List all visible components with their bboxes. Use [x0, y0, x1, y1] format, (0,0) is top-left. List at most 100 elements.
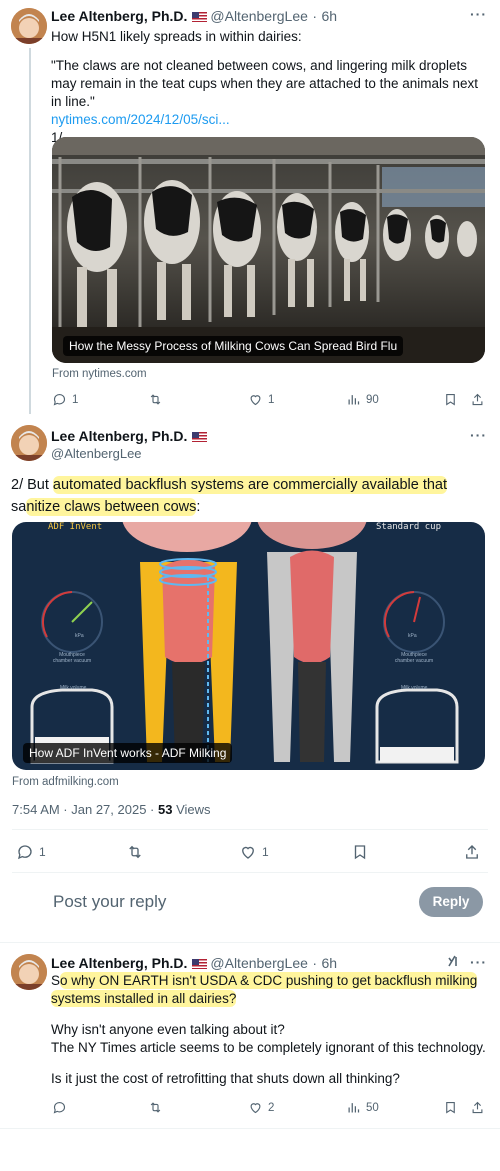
- views-icon: [348, 395, 360, 405]
- author-handle[interactable]: @AltenbergLee: [51, 446, 142, 461]
- highlight-2: nitize claws between cows: [26, 498, 197, 516]
- gauge-unit-left: kPa: [75, 633, 84, 639]
- heart-icon: [250, 1103, 261, 1114]
- highlight-line1: o why ON EARTH isn't USDA & CDC pushing …: [60, 972, 478, 989]
- card-caption: How ADF InVent works - ADF Milking: [23, 743, 233, 763]
- reply-button[interactable]: Reply: [419, 887, 483, 917]
- author-name[interactable]: Lee Altenberg, Ph.D.: [51, 8, 187, 24]
- grok-icon[interactable]: [447, 954, 461, 973]
- author-name[interactable]: Lee Altenberg, Ph.D.: [51, 955, 187, 971]
- heart-icon: [250, 395, 261, 406]
- views-count: 90: [366, 393, 379, 406]
- repost-action[interactable]: [126, 843, 144, 861]
- avatar-image: [11, 954, 47, 990]
- avatar[interactable]: [11, 954, 47, 990]
- reply-input[interactable]: Post your reply: [53, 892, 166, 912]
- like-action[interactable]: 1: [248, 392, 274, 407]
- share-action[interactable]: [470, 392, 485, 407]
- highlight-1: automated backflush systems are commerci…: [52, 476, 448, 494]
- repost-action[interactable]: [148, 392, 163, 407]
- author-name[interactable]: Lee Altenberg, Ph.D.: [51, 428, 187, 444]
- text-prefix: 2/ But: [11, 477, 53, 493]
- views-number: 53: [157, 802, 173, 817]
- para2-line2: The NY Times article seems to be complet…: [51, 1040, 486, 1055]
- share-icon: [472, 1101, 483, 1114]
- gauge-caption-left: Mouthpiece chamber vacuum: [52, 652, 92, 664]
- views-action[interactable]: 50: [346, 1100, 379, 1115]
- cows-photo: [52, 137, 485, 363]
- separator: ·: [312, 8, 318, 24]
- views-action[interactable]: 90: [346, 392, 379, 407]
- like-action[interactable]: 2: [248, 1100, 274, 1115]
- timestamp[interactable]: 7:54 AM · Jan 27, 2025 ·: [12, 802, 158, 817]
- tweet-text: 2/ But automated backflush systems are c…: [11, 474, 491, 518]
- reply-count: 1: [72, 393, 79, 406]
- us-flag-icon: [192, 432, 208, 442]
- tweet-text: So why ON EARTH isn't USDA & CDC pushing…: [51, 972, 491, 1088]
- divider: [0, 942, 500, 943]
- reply-action[interactable]: 1: [52, 392, 78, 407]
- article-card-image[interactable]: How the Messy Process of Milking Cows Ca…: [52, 137, 485, 363]
- post-time[interactable]: 6h: [321, 8, 337, 24]
- bookmark-action[interactable]: [443, 392, 458, 407]
- share-action[interactable]: [470, 1100, 485, 1115]
- milk-volume-label-right: Milk volume: [401, 685, 428, 691]
- heart-icon: [242, 846, 254, 859]
- label-standard-cup: Standard cup: [376, 522, 442, 532]
- video-card[interactable]: ADF InVent Standard cup kPa Mouthpiece c…: [12, 522, 485, 770]
- text-suffix: :: [196, 499, 201, 515]
- avatar[interactable]: [11, 8, 47, 44]
- views-icon: [348, 1103, 360, 1113]
- article-link[interactable]: nytimes.com/2024/12/05/sci...: [51, 111, 491, 129]
- reply-count: 1: [39, 845, 46, 859]
- us-flag-icon: [192, 12, 208, 22]
- divider: [12, 829, 488, 830]
- repost-icon: [150, 394, 161, 405]
- bookmark-icon: [446, 1101, 455, 1114]
- label-adf-invent: ADF InVent: [48, 522, 103, 532]
- text-part: sa: [11, 499, 27, 515]
- share-icon: [466, 845, 478, 859]
- author-handle[interactable]: @AltenbergLee: [210, 8, 308, 24]
- views-label: Views: [172, 802, 211, 817]
- para3: Is it just the cost of retrofitting that…: [51, 1071, 400, 1086]
- bookmark-action[interactable]: [443, 1100, 458, 1115]
- like-count: 1: [268, 393, 275, 406]
- avatar-image: [11, 425, 47, 461]
- reply-action[interactable]: 1: [16, 843, 46, 861]
- like-count: 2: [268, 1101, 275, 1114]
- like-action[interactable]: 1: [239, 843, 269, 861]
- bookmark-action[interactable]: [351, 843, 369, 861]
- post-time[interactable]: 6h: [321, 955, 337, 971]
- reply-icon: [53, 1101, 66, 1114]
- repost-action[interactable]: [148, 1100, 163, 1115]
- share-action[interactable]: [463, 843, 481, 861]
- bookmark-icon: [446, 393, 455, 406]
- share-icon: [472, 393, 483, 406]
- author-handle[interactable]: @AltenbergLee: [210, 955, 308, 971]
- reply-icon: [53, 393, 66, 406]
- gauge-unit-right: kPa: [408, 633, 417, 639]
- tweet-text-line1: How H5N1 likely spreads in within dairie…: [51, 29, 302, 44]
- more-options-icon[interactable]: ···: [470, 954, 487, 970]
- card-source[interactable]: From adfmilking.com: [12, 776, 119, 788]
- repost-icon: [150, 1102, 161, 1113]
- reply-action[interactable]: [52, 1100, 67, 1115]
- text-first-letter: S: [51, 973, 61, 988]
- post-metadata: 7:54 AM · Jan 27, 2025 · 53 Views: [12, 802, 211, 817]
- divider: [12, 872, 488, 873]
- divider: [0, 1128, 500, 1129]
- more-options-icon[interactable]: ···: [470, 6, 487, 22]
- more-options-icon[interactable]: ···: [470, 427, 487, 443]
- reply-icon: [18, 845, 32, 860]
- avatar-image: [11, 8, 47, 44]
- highlight-line2: systems installed in all dairies?: [51, 990, 237, 1007]
- tweet-quote: "The claws are not cleaned between cows,…: [51, 58, 478, 109]
- para2-line1: Why isn't anyone even talking about it?: [51, 1022, 285, 1037]
- milk-volume-label-left: Milk volume: [60, 685, 87, 691]
- card-source[interactable]: From nytimes.com: [52, 368, 147, 380]
- avatar[interactable]: [11, 425, 47, 461]
- gauge-caption-right: Mouthpiece chamber vacuum: [394, 652, 434, 664]
- repost-icon: [129, 845, 141, 859]
- bookmark-icon: [354, 845, 366, 860]
